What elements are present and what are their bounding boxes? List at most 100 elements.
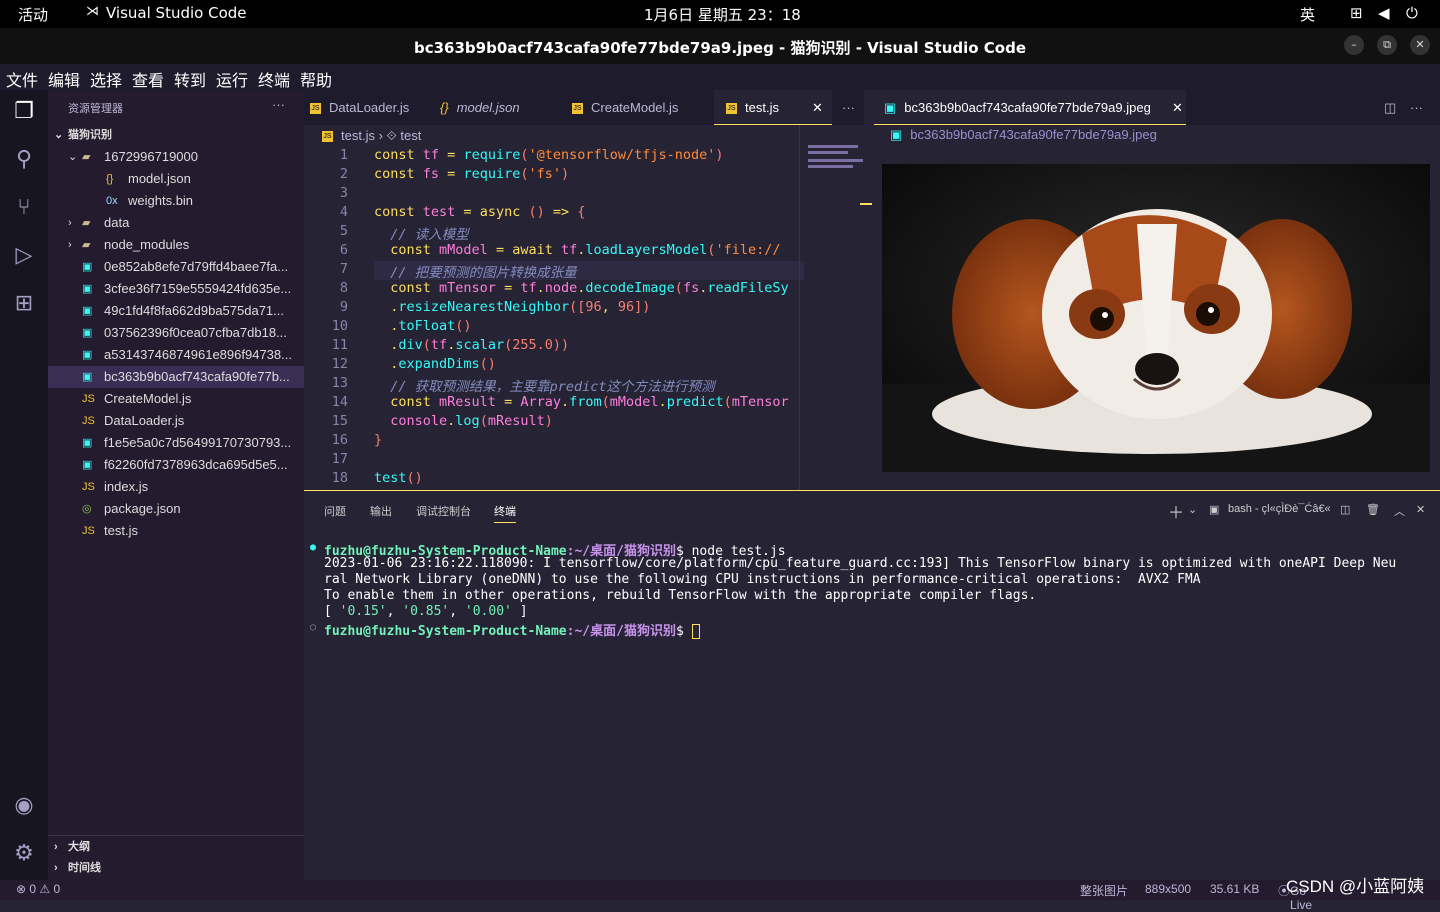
account-icon[interactable]: ◉ — [10, 792, 38, 820]
file-tree-item[interactable]: {} model.json — [48, 168, 304, 190]
dog-image[interactable] — [882, 164, 1430, 472]
file-tree-item[interactable]: JS test.js — [48, 520, 304, 542]
code-token: ) — [544, 413, 553, 429]
file-tree-item[interactable]: ⌄ ▰ 1672996719000 — [48, 146, 304, 168]
file-tree-item[interactable]: ▣ 037562396f0cea07cfba7db18... — [48, 322, 304, 344]
terminal-prompt[interactable]: fuzhu@fuzhu-System-Product-Name:~/桌面/猫狗识… — [324, 620, 700, 639]
split-editor-icon[interactable]: ◫ — [1384, 90, 1396, 125]
code-line: .resizeNearestNeighbor([96, 96]) — [374, 299, 650, 315]
js-icon: JS — [82, 393, 95, 405]
code-token: . — [374, 299, 399, 315]
code-line: .expandDims() — [374, 356, 496, 372]
folder-root[interactable]: ⌄ 猫狗识别 — [48, 124, 304, 146]
file-name: 1672996719000 — [104, 149, 198, 164]
tab-debug-console[interactable]: 调试控制台 — [416, 503, 471, 519]
file-tree-item[interactable]: JS index.js — [48, 476, 304, 498]
tab-dataloader[interactable]: JS DataLoader.js — [304, 90, 428, 125]
file-tree-item[interactable]: 0x weights.bin — [48, 190, 304, 212]
file-tree-item[interactable]: ▣ 49c1fd4f8fa662d9ba575da71... — [48, 300, 304, 322]
close-panel-icon[interactable]: ✕ — [1416, 503, 1425, 516]
breadcrumb-symbol[interactable]: test — [400, 128, 421, 143]
explorer-more-button[interactable]: ··· — [272, 97, 285, 112]
code-token: () — [455, 318, 472, 334]
menu-run[interactable]: 运行 — [216, 67, 248, 91]
menu-file[interactable]: 文件 — [6, 67, 38, 91]
source-control-icon[interactable]: ⑂ — [10, 194, 38, 222]
code-token: const — [374, 394, 440, 410]
menu-view[interactable]: 查看 — [132, 67, 164, 91]
settings-gear-icon[interactable]: ⚙ — [10, 840, 38, 868]
image-breadcrumb: ▣ bc363b9b0acf743cafa90fe77bde79a9.jpeg — [890, 127, 1157, 142]
tab-createmodel[interactable]: JS CreateModel.js — [558, 90, 714, 125]
add-terminal-icon[interactable]: ＋ — [1168, 499, 1184, 523]
js-icon: JS — [572, 103, 583, 115]
menu-terminal[interactable]: 终端 — [258, 67, 290, 91]
tab-image[interactable]: ▣ bc363b9b0acf743cafa90fe77bde79a9.jpeg ✕ — [874, 90, 1186, 125]
menu-help[interactable]: 帮助 — [300, 67, 332, 91]
split-terminal-icon[interactable]: ◫ — [1340, 503, 1350, 516]
image-icon: ▣ — [82, 305, 93, 317]
run-debug-icon[interactable]: ▷ — [10, 242, 38, 270]
menu-selection[interactable]: 选择 — [90, 67, 122, 91]
code-token: ]) — [634, 299, 651, 315]
file-tree-item[interactable]: ▣ a53143746874961e896f94738... — [48, 344, 304, 366]
tab-problems[interactable]: 问题 — [324, 503, 346, 519]
activities-button[interactable]: 活动 — [18, 4, 48, 25]
file-tree-item[interactable]: ▣ 3cfee36f7159e5559424fd635e... — [48, 278, 304, 300]
code-token: )) — [552, 337, 570, 353]
image-zoom-label[interactable]: 整张图片 — [1080, 882, 1128, 899]
file-tree-item[interactable]: ▣ 0e852ab8efe7d79ffd4baee7fa... — [48, 256, 304, 278]
outline-section[interactable]: › 大纲 — [48, 835, 304, 857]
trash-icon[interactable]: 🗑 — [1366, 503, 1380, 516]
minimize-button[interactable]: – — [1344, 35, 1364, 55]
tab-output[interactable]: 输出 — [370, 503, 392, 519]
power-icon[interactable]: ⏻ — [1406, 4, 1418, 22]
file-name: package.json — [104, 501, 181, 516]
minimap-line — [808, 159, 863, 162]
tab-test-js[interactable]: JS test.js ✕ — [714, 90, 832, 125]
explorer-icon[interactable]: ❐ — [10, 98, 38, 126]
breadcrumb-file[interactable]: test.js — [341, 128, 375, 143]
file-name: model.json — [128, 171, 191, 186]
chevron-right-icon: › — [68, 217, 72, 229]
more-tabs-icon[interactable]: ··· — [842, 90, 855, 125]
scrollbar-marker — [860, 203, 872, 205]
file-name: test.js — [104, 523, 138, 538]
menu-edit[interactable]: 编辑 — [48, 67, 80, 91]
watermark: CSDN @小蓝阿姨 — [1286, 877, 1425, 896]
code-token: = — [504, 394, 521, 410]
timeline-section[interactable]: › 时间线 — [48, 857, 304, 879]
file-tree-item[interactable]: ◎ package.json — [48, 498, 304, 520]
close-window-button[interactable]: ✕ — [1410, 35, 1430, 55]
file-tree-item[interactable]: JS DataLoader.js — [48, 410, 304, 432]
menu-go[interactable]: 转到 — [174, 67, 206, 91]
problems-counter[interactable]: ⊗ 0 ⚠ 0 — [16, 882, 60, 896]
tab-model-json[interactable]: {} model.json — [428, 90, 558, 125]
code-editor[interactable]: JS test.js › ⟐ test 1 const tf = require('… — [304, 125, 874, 490]
file-tree-item[interactable]: ▣ f1e5e5a0c7d56499170730793... — [48, 432, 304, 454]
file-tree-item[interactable]: › ▰ node_modules — [48, 234, 304, 256]
file-tree-item[interactable]: ▣ f62260fd7378963dca695d5e5... — [48, 454, 304, 476]
app-name[interactable]: Visual Studio Code — [106, 4, 247, 22]
code-token: console — [374, 413, 448, 429]
restore-button[interactable]: ⧉ — [1377, 35, 1397, 55]
tab-close-button[interactable]: ✕ — [1172, 90, 1183, 125]
maximize-panel-icon[interactable]: ︿ — [1394, 503, 1405, 519]
more-actions-icon[interactable]: ··· — [1410, 90, 1423, 125]
tab-close-button[interactable]: ✕ — [812, 90, 823, 125]
terminal-shell-name[interactable]: bash - çl«çÌĐè¯Ćâ€« — [1228, 503, 1331, 515]
file-tree-item[interactable]: ▣ bc363b9b0acf743cafa90fe77b... — [48, 366, 304, 388]
tab-terminal[interactable]: 终端 — [494, 503, 516, 523]
file-tree-item[interactable]: JS CreateModel.js — [48, 388, 304, 410]
file-tree-item[interactable]: › ▰ data — [48, 212, 304, 234]
search-icon[interactable]: ⚲ — [10, 146, 38, 174]
image-icon: ▣ — [82, 327, 93, 339]
extensions-icon[interactable]: ⊞ — [10, 290, 38, 318]
input-method[interactable]: 英 — [1300, 4, 1315, 25]
chevron-down-icon[interactable]: ⌄ — [1188, 503, 1197, 516]
network-icon[interactable]: ⊞ — [1350, 4, 1363, 22]
clock[interactable]: 1月6日 星期五 23：18 — [644, 4, 801, 25]
code-token: ([ — [569, 299, 586, 315]
volume-icon[interactable]: ◀ — [1378, 4, 1390, 22]
minimap[interactable] — [799, 125, 874, 490]
